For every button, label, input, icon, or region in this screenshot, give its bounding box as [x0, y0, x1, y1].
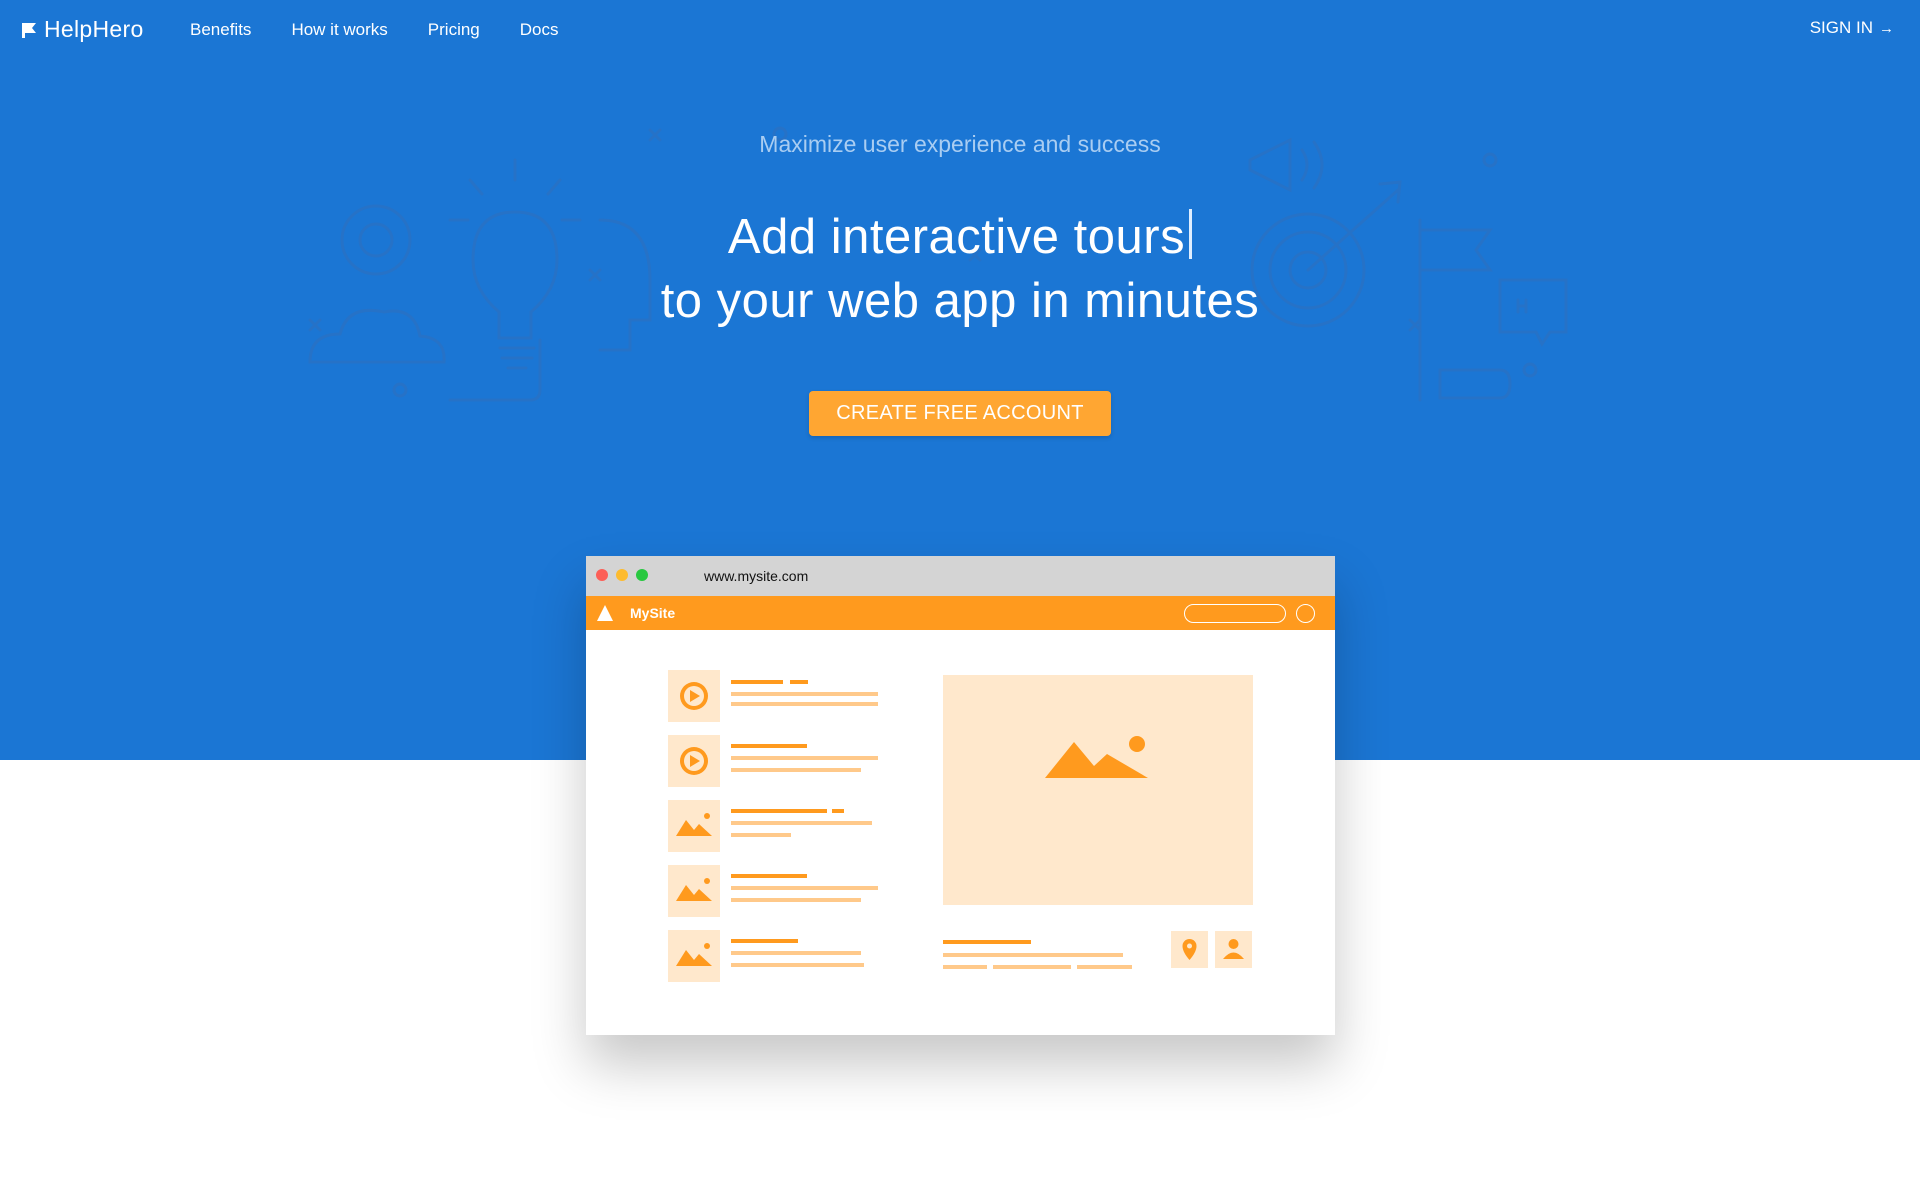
nav-link-how-it-works[interactable]: How it works	[291, 20, 387, 40]
close-dot	[596, 569, 608, 581]
create-account-button[interactable]: CREATE FREE ACCOUNT	[809, 391, 1111, 436]
flag-icon	[22, 22, 36, 38]
mockup-site-name: MySite	[630, 605, 676, 621]
mockup-user-icon	[1215, 931, 1252, 968]
headline-line-1: Add interactive tours	[727, 210, 1186, 264]
nav-link-pricing[interactable]: Pricing	[428, 20, 480, 40]
arrow-right-icon: →	[1879, 19, 1894, 37]
mockup-titlebar: www.mysite.com	[586, 556, 1335, 596]
mockup-list-item	[668, 800, 872, 852]
maximize-dot	[636, 569, 648, 581]
site-logo-icon	[597, 605, 613, 621]
mockup-list-item	[668, 930, 864, 982]
headline-line-2: to your web app in minutes	[660, 274, 1260, 328]
typing-cursor	[1189, 209, 1193, 259]
hero-tagline: Maximize user experience and success	[759, 131, 1161, 157]
mockup-image-placeholder	[943, 675, 1253, 905]
browser-mockup: www.mysite.com MySite	[586, 556, 1335, 1035]
mockup-list-item	[668, 865, 878, 917]
mockup-list-item	[668, 670, 878, 722]
brand-logo[interactable]: HelpHero	[20, 16, 144, 43]
mockup-url: www.mysite.com	[704, 568, 809, 584]
nav-link-docs[interactable]: Docs	[520, 20, 559, 40]
top-navigation: HelpHero Benefits How it works Pricing D…	[0, 0, 1920, 60]
sign-in-label: SIGN IN	[1809, 18, 1873, 37]
nav-links: Benefits How it works Pricing Docs	[190, 20, 599, 40]
nav-link-benefits[interactable]: Benefits	[190, 20, 251, 40]
hero-headline: Add interactive tours to your web app in…	[0, 205, 1920, 333]
mockup-content	[668, 670, 1253, 982]
mockup-location-icon	[1171, 931, 1208, 968]
mockup-user-circle	[1296, 604, 1315, 623]
brand-name: HelpHero	[44, 16, 144, 42]
sign-in-link[interactable]: SIGN IN →	[1810, 18, 1894, 38]
mockup-list-item	[668, 735, 878, 787]
mockup-search-field	[1184, 604, 1286, 623]
minimize-dot	[616, 569, 628, 581]
mockup-appbar: MySite	[586, 596, 1335, 630]
